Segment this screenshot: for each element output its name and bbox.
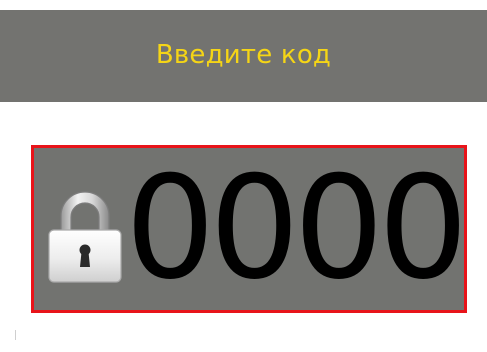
code-value: 0000 <box>125 146 468 311</box>
top-strip <box>0 0 487 10</box>
padlock-icon <box>48 191 122 283</box>
page-title: Введите код <box>155 40 332 70</box>
divider-mark <box>15 330 16 340</box>
code-entry-field[interactable]: 0000 <box>31 145 468 313</box>
header-bar: Введите код <box>0 10 487 102</box>
